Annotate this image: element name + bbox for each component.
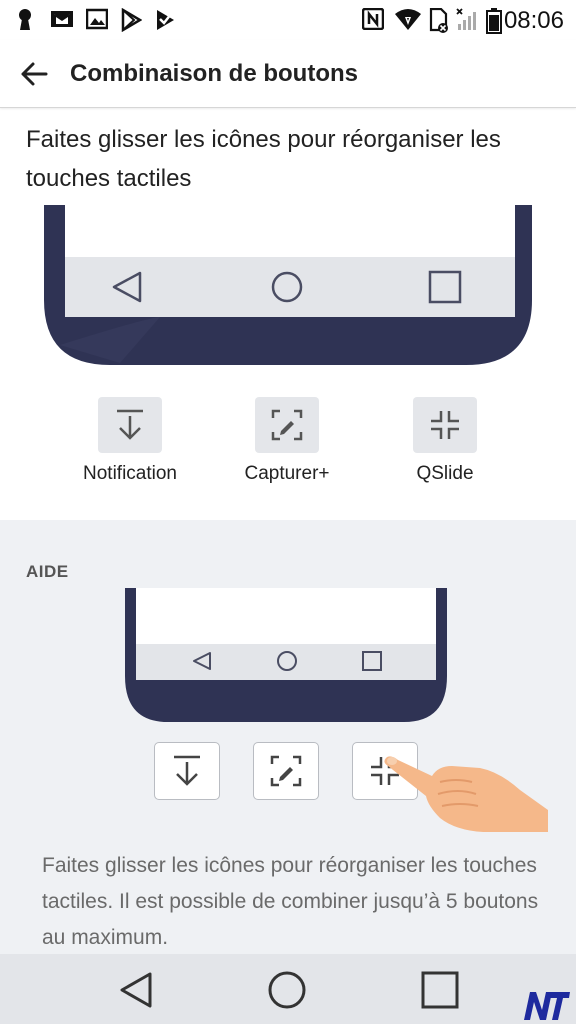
nfc-icon <box>362 8 384 30</box>
help-title: AIDE <box>26 562 69 581</box>
capture-plus-label: Capturer+ <box>244 463 330 484</box>
qslide-tile[interactable] <box>413 397 477 453</box>
battery-icon <box>486 8 502 34</box>
help-phone-preview <box>125 588 447 722</box>
circle-home-icon[interactable] <box>265 968 309 1012</box>
watermark-logo <box>524 992 570 1020</box>
capture-plus-icon <box>271 409 303 441</box>
notification-down-icon <box>174 755 200 786</box>
capture-plus-icon <box>270 755 302 787</box>
triangle-back-icon[interactable] <box>114 968 158 1012</box>
help-section: AIDE Faites glisser les icônes pour réor… <box>0 520 576 954</box>
notification-button[interactable]: Notification <box>50 397 210 485</box>
notification-down-icon <box>117 409 143 440</box>
qslide-icon <box>431 411 459 439</box>
help-notification-tile <box>154 742 220 800</box>
help-text: Faites glisser les icônes pour réorganis… <box>42 854 539 949</box>
qslide-label: QSlide <box>416 463 474 484</box>
phone-preview <box>44 205 532 365</box>
navigation-bar <box>0 954 576 1024</box>
status-time: 08:06 <box>503 7 564 34</box>
notification-label: Notification <box>83 463 177 484</box>
help-capture-tile <box>253 742 319 800</box>
play-store-icon <box>121 8 142 32</box>
gallery-icon <box>86 8 108 30</box>
notification-tile[interactable] <box>98 397 162 453</box>
gmail-icon <box>51 11 73 27</box>
arrow-left-icon[interactable] <box>18 58 50 90</box>
no-sim-icon <box>429 8 448 33</box>
app-bar: Combinaison de boutons <box>0 40 576 108</box>
status-bar: 08:06 <box>0 0 576 40</box>
qslide-button[interactable]: QSlide <box>365 397 525 485</box>
keyhole-icon <box>19 9 31 30</box>
play-check-icon <box>157 10 174 30</box>
instruction-text: Faites glisser les icônes pour réorganis… <box>26 126 501 192</box>
preview-nav-bar <box>65 257 515 317</box>
page-title: Combinaison de boutons <box>70 60 358 87</box>
hand-pointer-icon <box>384 756 548 832</box>
capture-plus-tile[interactable] <box>255 397 319 453</box>
signal-icon <box>456 8 476 30</box>
wifi-icon <box>395 9 421 30</box>
square-recents-icon[interactable] <box>418 968 462 1012</box>
capture-plus-button[interactable]: Capturer+ <box>207 397 367 485</box>
